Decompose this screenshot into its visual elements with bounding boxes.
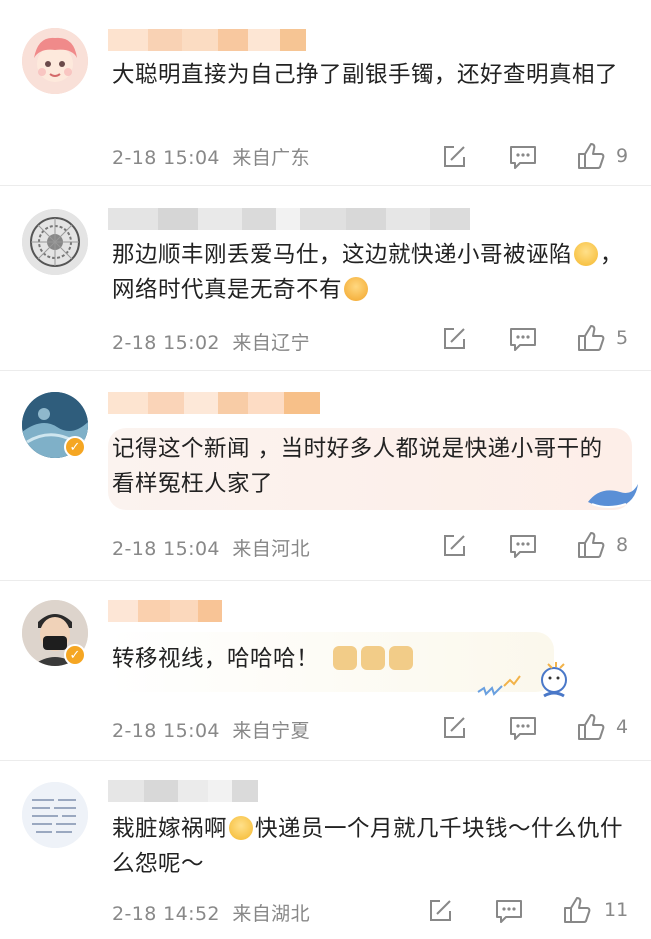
comment-date: 2-18 15:04 — [112, 538, 220, 560]
crying-emoji-icon — [229, 816, 254, 840]
comment-location: 来自辽宁 — [232, 332, 310, 354]
forward-button[interactable] — [440, 714, 468, 742]
verified-badge-icon: ✓ — [64, 436, 86, 458]
like-button[interactable]: 9 — [576, 142, 628, 170]
share-edit-icon — [430, 900, 451, 921]
comment-icon — [496, 900, 522, 923]
comment-text: 栽脏嫁祸啊 快递员一个月就几千块钱～什么仇什么怨呢～ — [112, 812, 632, 882]
avatar[interactable] — [22, 28, 88, 94]
verified-badge-icon: ✓ — [64, 644, 86, 666]
comment-date: 2-18 15:04 — [112, 720, 220, 742]
comment-date: 2-18 15:04 — [112, 147, 220, 169]
like-button[interactable]: 5 — [576, 324, 628, 352]
like-button[interactable]: 11 — [562, 896, 628, 924]
comment-item-3: ✓ 记得这个新闻 ，当时好多人都说是快递小哥干的 看样冤枉人家了 2-18 15… — [0, 370, 651, 580]
comment-date: 2-18 14:52 — [112, 903, 220, 925]
comment-meta: 2-18 15:02 来自辽宁 — [112, 328, 310, 355]
share-edit-icon — [444, 146, 465, 167]
username-blurred[interactable] — [108, 208, 470, 230]
comment-icon — [510, 328, 536, 351]
comment-icon — [510, 146, 536, 169]
username-blurred[interactable] — [108, 392, 320, 414]
like-button[interactable]: 8 — [576, 531, 628, 559]
comment-meta: 2-18 15:04 来自河北 — [112, 534, 310, 561]
comment-location: 来自宁夏 — [232, 720, 310, 742]
thumbs-up-icon — [578, 714, 605, 740]
comment-text-content: 转移视线，哈哈哈！ — [112, 646, 320, 672]
reply-button[interactable] — [508, 143, 538, 171]
thumbs-up-emoji-icon — [360, 646, 385, 670]
comment-date: 2-18 15:02 — [112, 332, 220, 354]
thumbs-up-icon — [578, 325, 605, 351]
comment-text: 记得这个新闻 ，当时好多人都说是快递小哥干的 看样冤枉人家了 — [112, 436, 603, 497]
comment-icon — [510, 717, 536, 740]
comment-meta: 2-18 15:04 来自宁夏 — [112, 716, 310, 743]
comment-item-1: 大聪明直接为自己挣了副银手镯，还好查明真相了 2-18 15:04 来自广东 9 — [0, 0, 651, 185]
comment-text: 大聪明直接为自己挣了副银手镯，还好查明真相了 — [112, 62, 619, 88]
drooling-emoji-icon — [344, 277, 369, 301]
thumbs-up-icon — [564, 897, 591, 923]
comment-meta: 2-18 15:04 来自广东 — [112, 143, 310, 170]
like-count: 5 — [616, 327, 629, 349]
thumbs-up-icon — [578, 143, 605, 169]
like-count: 4 — [616, 716, 629, 738]
username-blurred[interactable] — [108, 780, 258, 802]
comment-location: 来自河北 — [232, 538, 310, 560]
comment-location: 来自湖北 — [232, 903, 310, 925]
comment-text-part-1: 栽脏嫁祸啊 — [112, 816, 228, 842]
crying-laughing-emoji-icon — [574, 242, 599, 266]
comment-text: 转移视线，哈哈哈！ — [112, 642, 632, 677]
thumbs-up-icon — [578, 532, 605, 558]
forward-button[interactable] — [440, 143, 468, 171]
comment-text-part-1: 那边顺丰刚丢爱马仕，这边就快递小哥被诬陷 — [112, 242, 573, 268]
comment-icon — [510, 535, 536, 558]
thumbs-up-emoji-icon — [332, 646, 357, 670]
avatar[interactable] — [22, 209, 88, 275]
comment-item-4: ✓ 转移视线，哈哈哈！ 2-18 15:04 来自宁夏 4 — [0, 580, 651, 760]
reply-button[interactable] — [508, 325, 538, 353]
forward-button[interactable] — [440, 325, 468, 353]
forward-button[interactable] — [440, 532, 468, 560]
avatar[interactable] — [22, 782, 88, 848]
username-blurred[interactable] — [108, 29, 306, 51]
reply-button[interactable] — [508, 714, 538, 742]
share-edit-icon — [444, 535, 465, 556]
reply-button[interactable] — [494, 897, 524, 925]
like-count: 9 — [616, 145, 629, 167]
like-count: 11 — [604, 899, 629, 921]
thumbs-up-emoji-icon — [388, 646, 413, 670]
share-edit-icon — [444, 717, 465, 738]
like-count: 8 — [616, 534, 629, 556]
like-button[interactable]: 4 — [576, 713, 628, 741]
comment-item-2: 那边顺丰刚丢爱马仕，这边就快递小哥被诬陷 ，网络时代真是无奇不有 2-18 15:… — [0, 185, 651, 370]
share-edit-icon — [444, 328, 465, 349]
comment-text: 那边顺丰刚丢爱马仕，这边就快递小哥被诬陷 ，网络时代真是无奇不有 — [112, 238, 632, 308]
comment-meta: 2-18 14:52 来自湖北 — [112, 899, 310, 926]
comment-location: 来自广东 — [232, 147, 310, 169]
comment-item-5: 栽脏嫁祸啊 快递员一个月就几千块钱～什么仇什么怨呢～ 2-18 14:52 来自湖… — [0, 760, 651, 939]
reply-button[interactable] — [508, 532, 538, 560]
forward-button[interactable] — [426, 897, 454, 925]
username-blurred[interactable] — [108, 600, 222, 622]
